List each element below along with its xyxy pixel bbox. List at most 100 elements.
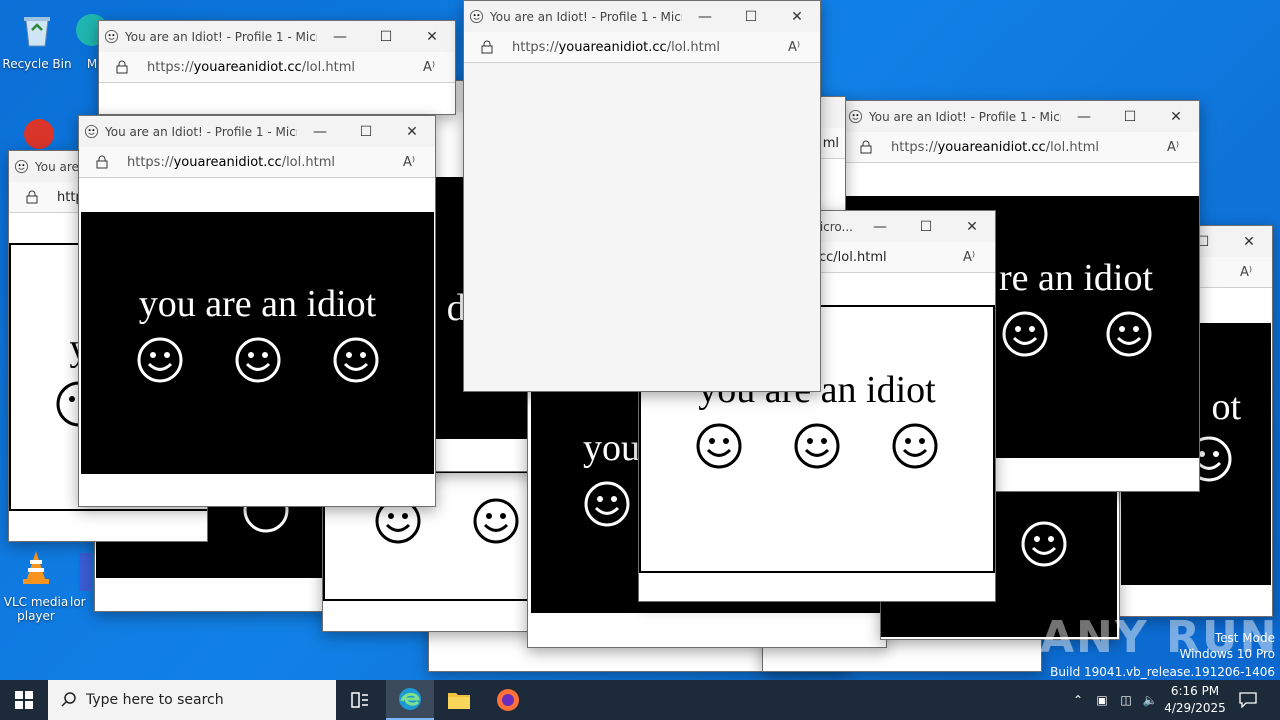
smiley-icon bbox=[333, 337, 378, 383]
page-content-blank bbox=[464, 63, 820, 391]
title-bar[interactable]: You are an Idiot! - Profile 1 - Micro...… bbox=[843, 101, 1199, 132]
watermark-build: Build 19041.vb_release.191206-1406 bbox=[1050, 665, 1275, 679]
folder-icon bbox=[448, 693, 470, 709]
window-title: You are an Idiot! - Profile 1 - Micro... bbox=[490, 9, 682, 24]
clock-time: 6:16 PM bbox=[1170, 684, 1220, 698]
read-aloud-icon[interactable]: A⁾ bbox=[963, 250, 981, 265]
watermark-test-mode: Test Mode bbox=[1214, 631, 1275, 645]
idiot-panel: you are an idiot bbox=[81, 212, 434, 474]
idiot-text-partial: re an idiot bbox=[998, 257, 1153, 299]
title-bar[interactable]: You are an Idiot! - Profile 1 - Micro...… bbox=[464, 1, 820, 32]
close-button[interactable]: ✕ bbox=[949, 211, 995, 242]
address-bar[interactable]: https://youareanidiot.cc/lol.html A⁾ bbox=[464, 32, 820, 63]
idiot-text: you are an idiot bbox=[138, 283, 377, 325]
idiot-text-partial: ot bbox=[1211, 386, 1241, 428]
url-text: https://youareanidiot.cc/lol.html bbox=[512, 39, 720, 55]
smiley-icon bbox=[473, 498, 519, 544]
volume-icon[interactable]: 🔈 bbox=[1138, 693, 1162, 707]
maximize-button[interactable]: ☐ bbox=[903, 211, 949, 242]
smiley-icon bbox=[696, 423, 742, 469]
address-bar[interactable]: https://youareanidiot.cc/lol.html A⁾ bbox=[79, 147, 435, 178]
url-text: https://youareanidiot.cc/lol.html bbox=[891, 139, 1099, 155]
task-view-icon bbox=[351, 692, 368, 708]
lock-icon bbox=[481, 40, 493, 54]
read-aloud-icon[interactable]: A⁾ bbox=[1240, 265, 1258, 280]
recycle-bin-label: Recycle Bin bbox=[2, 57, 72, 71]
lock-icon bbox=[860, 140, 872, 154]
smiley-icon bbox=[137, 337, 182, 383]
smiley-favicon-icon bbox=[104, 29, 119, 44]
browser-window-top-center[interactable]: You are an Idiot! - Profile 1 - Micro...… bbox=[463, 0, 821, 392]
notification-icon bbox=[1239, 692, 1257, 708]
url-text: https://youareanidiot.cc/lol.html bbox=[127, 154, 335, 170]
idiot-text-partial: you bbox=[583, 427, 640, 469]
minimize-button[interactable]: — bbox=[297, 116, 343, 147]
minimize-button[interactable]: — bbox=[682, 1, 728, 32]
smiley-icon bbox=[1106, 311, 1152, 357]
maximize-button[interactable]: ☐ bbox=[1107, 101, 1153, 132]
title-bar[interactable]: You are an Idiot! - Profile 1 - Micro...… bbox=[99, 21, 455, 52]
smiley-icon bbox=[892, 423, 938, 469]
smiley-icon bbox=[794, 423, 840, 469]
clock-date: 4/29/2025 bbox=[1164, 701, 1226, 715]
taskbar: Type here to search ⌃ ▣ ◫ 🔈 6:16 PM 4/29… bbox=[0, 680, 1280, 720]
maximize-button[interactable]: ☐ bbox=[363, 21, 409, 52]
vlc-icon[interactable]: VLC media player bbox=[1, 548, 71, 623]
taskbar-firefox[interactable] bbox=[484, 680, 532, 720]
close-button[interactable]: ✕ bbox=[1226, 226, 1272, 257]
search-icon bbox=[61, 692, 76, 707]
window-title: You are an Idiot! - Profile 1 - Micro... bbox=[869, 109, 1061, 124]
address-bar[interactable]: https://youareanidiot.cc/lol.html A⁾ bbox=[843, 132, 1199, 163]
start-button[interactable] bbox=[0, 680, 48, 720]
maximize-button[interactable]: ☐ bbox=[728, 1, 774, 32]
close-button[interactable]: ✕ bbox=[389, 116, 435, 147]
chevron-up-icon[interactable]: ⌃ bbox=[1066, 693, 1090, 707]
close-button[interactable]: ✕ bbox=[1153, 101, 1199, 132]
read-aloud-icon[interactable]: A⁾ bbox=[1167, 140, 1185, 155]
recycle-bin-glyph-icon bbox=[24, 17, 50, 47]
read-aloud-icon[interactable]: A⁾ bbox=[403, 155, 421, 170]
vlc-label: VLC media player bbox=[3, 595, 69, 623]
edge-icon bbox=[399, 688, 421, 710]
browser-window-main-left[interactable]: You are an Idiot! - Profile 1 - Micro...… bbox=[78, 115, 436, 507]
close-button[interactable]: ✕ bbox=[774, 1, 820, 32]
lock-icon bbox=[96, 155, 108, 169]
minimize-button[interactable]: — bbox=[1061, 101, 1107, 132]
browser-window-top-left[interactable]: You are an Idiot! - Profile 1 - Micro...… bbox=[98, 20, 456, 115]
meet-now-icon[interactable]: ▣ bbox=[1090, 693, 1114, 707]
smiley-icon bbox=[1021, 521, 1067, 567]
url-text: https://youareanidiot.cc/lol.html bbox=[147, 59, 355, 75]
smiley-favicon-icon bbox=[469, 9, 484, 24]
firefox-icon bbox=[497, 689, 519, 711]
taskbar-file-explorer[interactable] bbox=[435, 680, 483, 720]
url-text: ml bbox=[822, 135, 839, 151]
taskbar-clock[interactable]: 6:16 PM 4/29/2025 bbox=[1162, 683, 1228, 717]
window-title: You are an Idiot! - Profile 1 - Micro... bbox=[105, 124, 297, 139]
address-bar[interactable]: https://youareanidiot.cc/lol.html A⁾ bbox=[99, 52, 455, 83]
smiley-icon bbox=[584, 481, 630, 527]
window-title: You are an Idiot! - Profile 1 - Micro... bbox=[125, 29, 317, 44]
smiley-icon bbox=[235, 337, 280, 383]
watermark-edition: Windows 10 Pro bbox=[1179, 647, 1275, 661]
close-button[interactable]: ✕ bbox=[409, 21, 455, 52]
minimize-button[interactable]: — bbox=[857, 211, 903, 242]
taskbar-edge[interactable] bbox=[386, 680, 434, 720]
network-icon[interactable]: ◫ bbox=[1114, 693, 1138, 707]
ccleaner-glyph-icon bbox=[24, 119, 54, 149]
file-icon bbox=[79, 553, 91, 591]
windows-logo-icon bbox=[15, 691, 33, 709]
smiley-favicon-icon bbox=[84, 124, 99, 139]
title-bar[interactable]: You are an Idiot! - Profile 1 - Micro...… bbox=[79, 116, 435, 147]
task-view-button[interactable] bbox=[336, 680, 384, 720]
read-aloud-icon[interactable]: A⁾ bbox=[423, 60, 441, 75]
read-aloud-icon[interactable]: A⁾ bbox=[788, 40, 806, 55]
minimize-button[interactable]: — bbox=[317, 21, 363, 52]
recycle-bin-icon[interactable]: Recycle Bin bbox=[2, 10, 72, 71]
taskbar-search-box[interactable]: Type here to search bbox=[48, 680, 336, 720]
smiley-favicon-icon bbox=[14, 159, 29, 174]
notification-button[interactable] bbox=[1236, 680, 1260, 720]
system-tray: ⌃ ▣ ◫ 🔈 bbox=[1066, 680, 1162, 720]
smiley-icon bbox=[1002, 311, 1048, 357]
search-placeholder: Type here to search bbox=[86, 692, 224, 708]
maximize-button[interactable]: ☐ bbox=[343, 116, 389, 147]
